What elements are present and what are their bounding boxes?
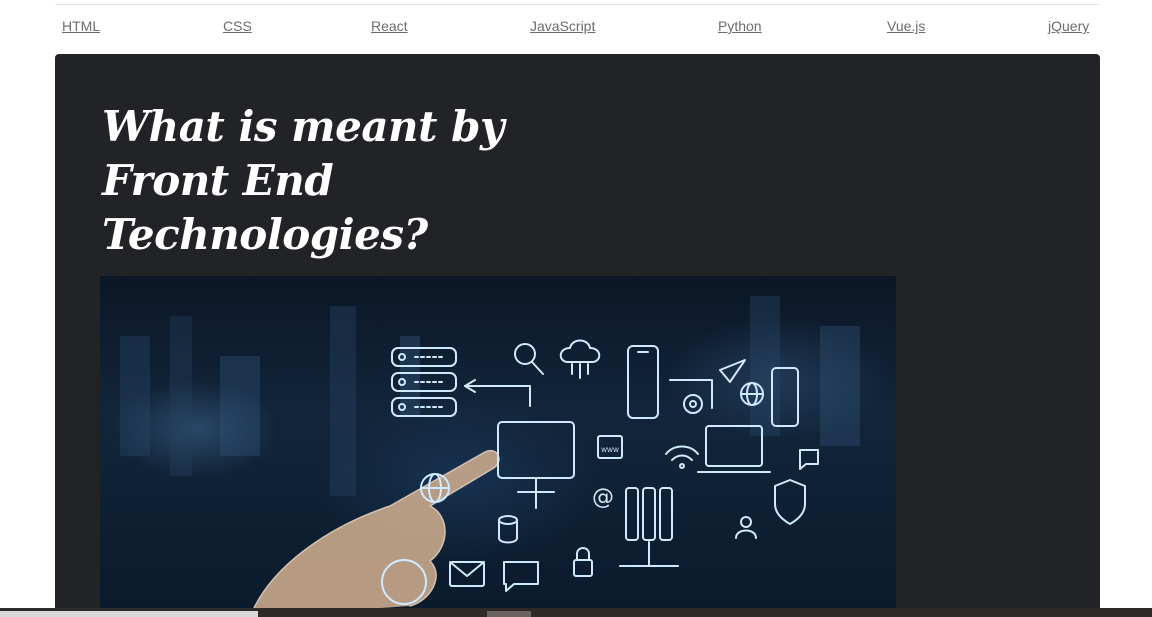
nav-link-jquery[interactable]: jQuery bbox=[1048, 18, 1089, 34]
shield-icon bbox=[774, 479, 806, 525]
envelope-flap-icon bbox=[449, 561, 485, 577]
nav-link-html[interactable]: HTML bbox=[62, 18, 100, 34]
hand-illustration bbox=[249, 449, 500, 617]
wifi-icon bbox=[665, 445, 699, 469]
at-sign-icon: @ bbox=[592, 485, 614, 510]
hero-image: WWW @ bbox=[100, 276, 896, 617]
search-icon bbox=[514, 343, 544, 375]
scrollbar-thumb[interactable] bbox=[487, 611, 531, 617]
nav-link-react[interactable]: React bbox=[371, 18, 408, 34]
nav-link-vuejs[interactable]: Vue.js bbox=[887, 18, 925, 34]
hero-card: What is meant by Front End Technologies? bbox=[55, 54, 1100, 617]
arrow-line bbox=[464, 385, 531, 407]
paper-plane-icon bbox=[719, 359, 746, 383]
message-icon bbox=[503, 561, 539, 592]
top-divider bbox=[55, 4, 1100, 5]
server-rack-icon bbox=[619, 487, 679, 567]
gear-icon bbox=[683, 394, 703, 414]
article-title: What is meant by Front End Technologies? bbox=[102, 102, 504, 259]
monitor-icon bbox=[497, 421, 575, 493]
tech-network-illustration: WWW @ bbox=[120, 296, 860, 617]
smartphone-icon bbox=[627, 345, 659, 419]
nav-link-javascript[interactable]: JavaScript bbox=[530, 18, 595, 34]
lock-icon bbox=[573, 547, 593, 577]
chat-icon bbox=[799, 449, 819, 470]
bottom-scrollbar[interactable] bbox=[0, 608, 1152, 617]
browser-icon: WWW bbox=[597, 435, 623, 459]
cloud-icon bbox=[559, 339, 601, 379]
nav-link-python[interactable]: Python bbox=[718, 18, 762, 34]
browser-label: WWW bbox=[601, 447, 619, 454]
scrollbar-track-light bbox=[0, 611, 258, 617]
users-icon bbox=[735, 516, 757, 539]
top-nav: HTML CSS React JavaScript Python Vue.js … bbox=[55, 14, 1100, 42]
nav-link-css[interactable]: CSS bbox=[223, 18, 252, 34]
database-icon bbox=[498, 515, 518, 544]
